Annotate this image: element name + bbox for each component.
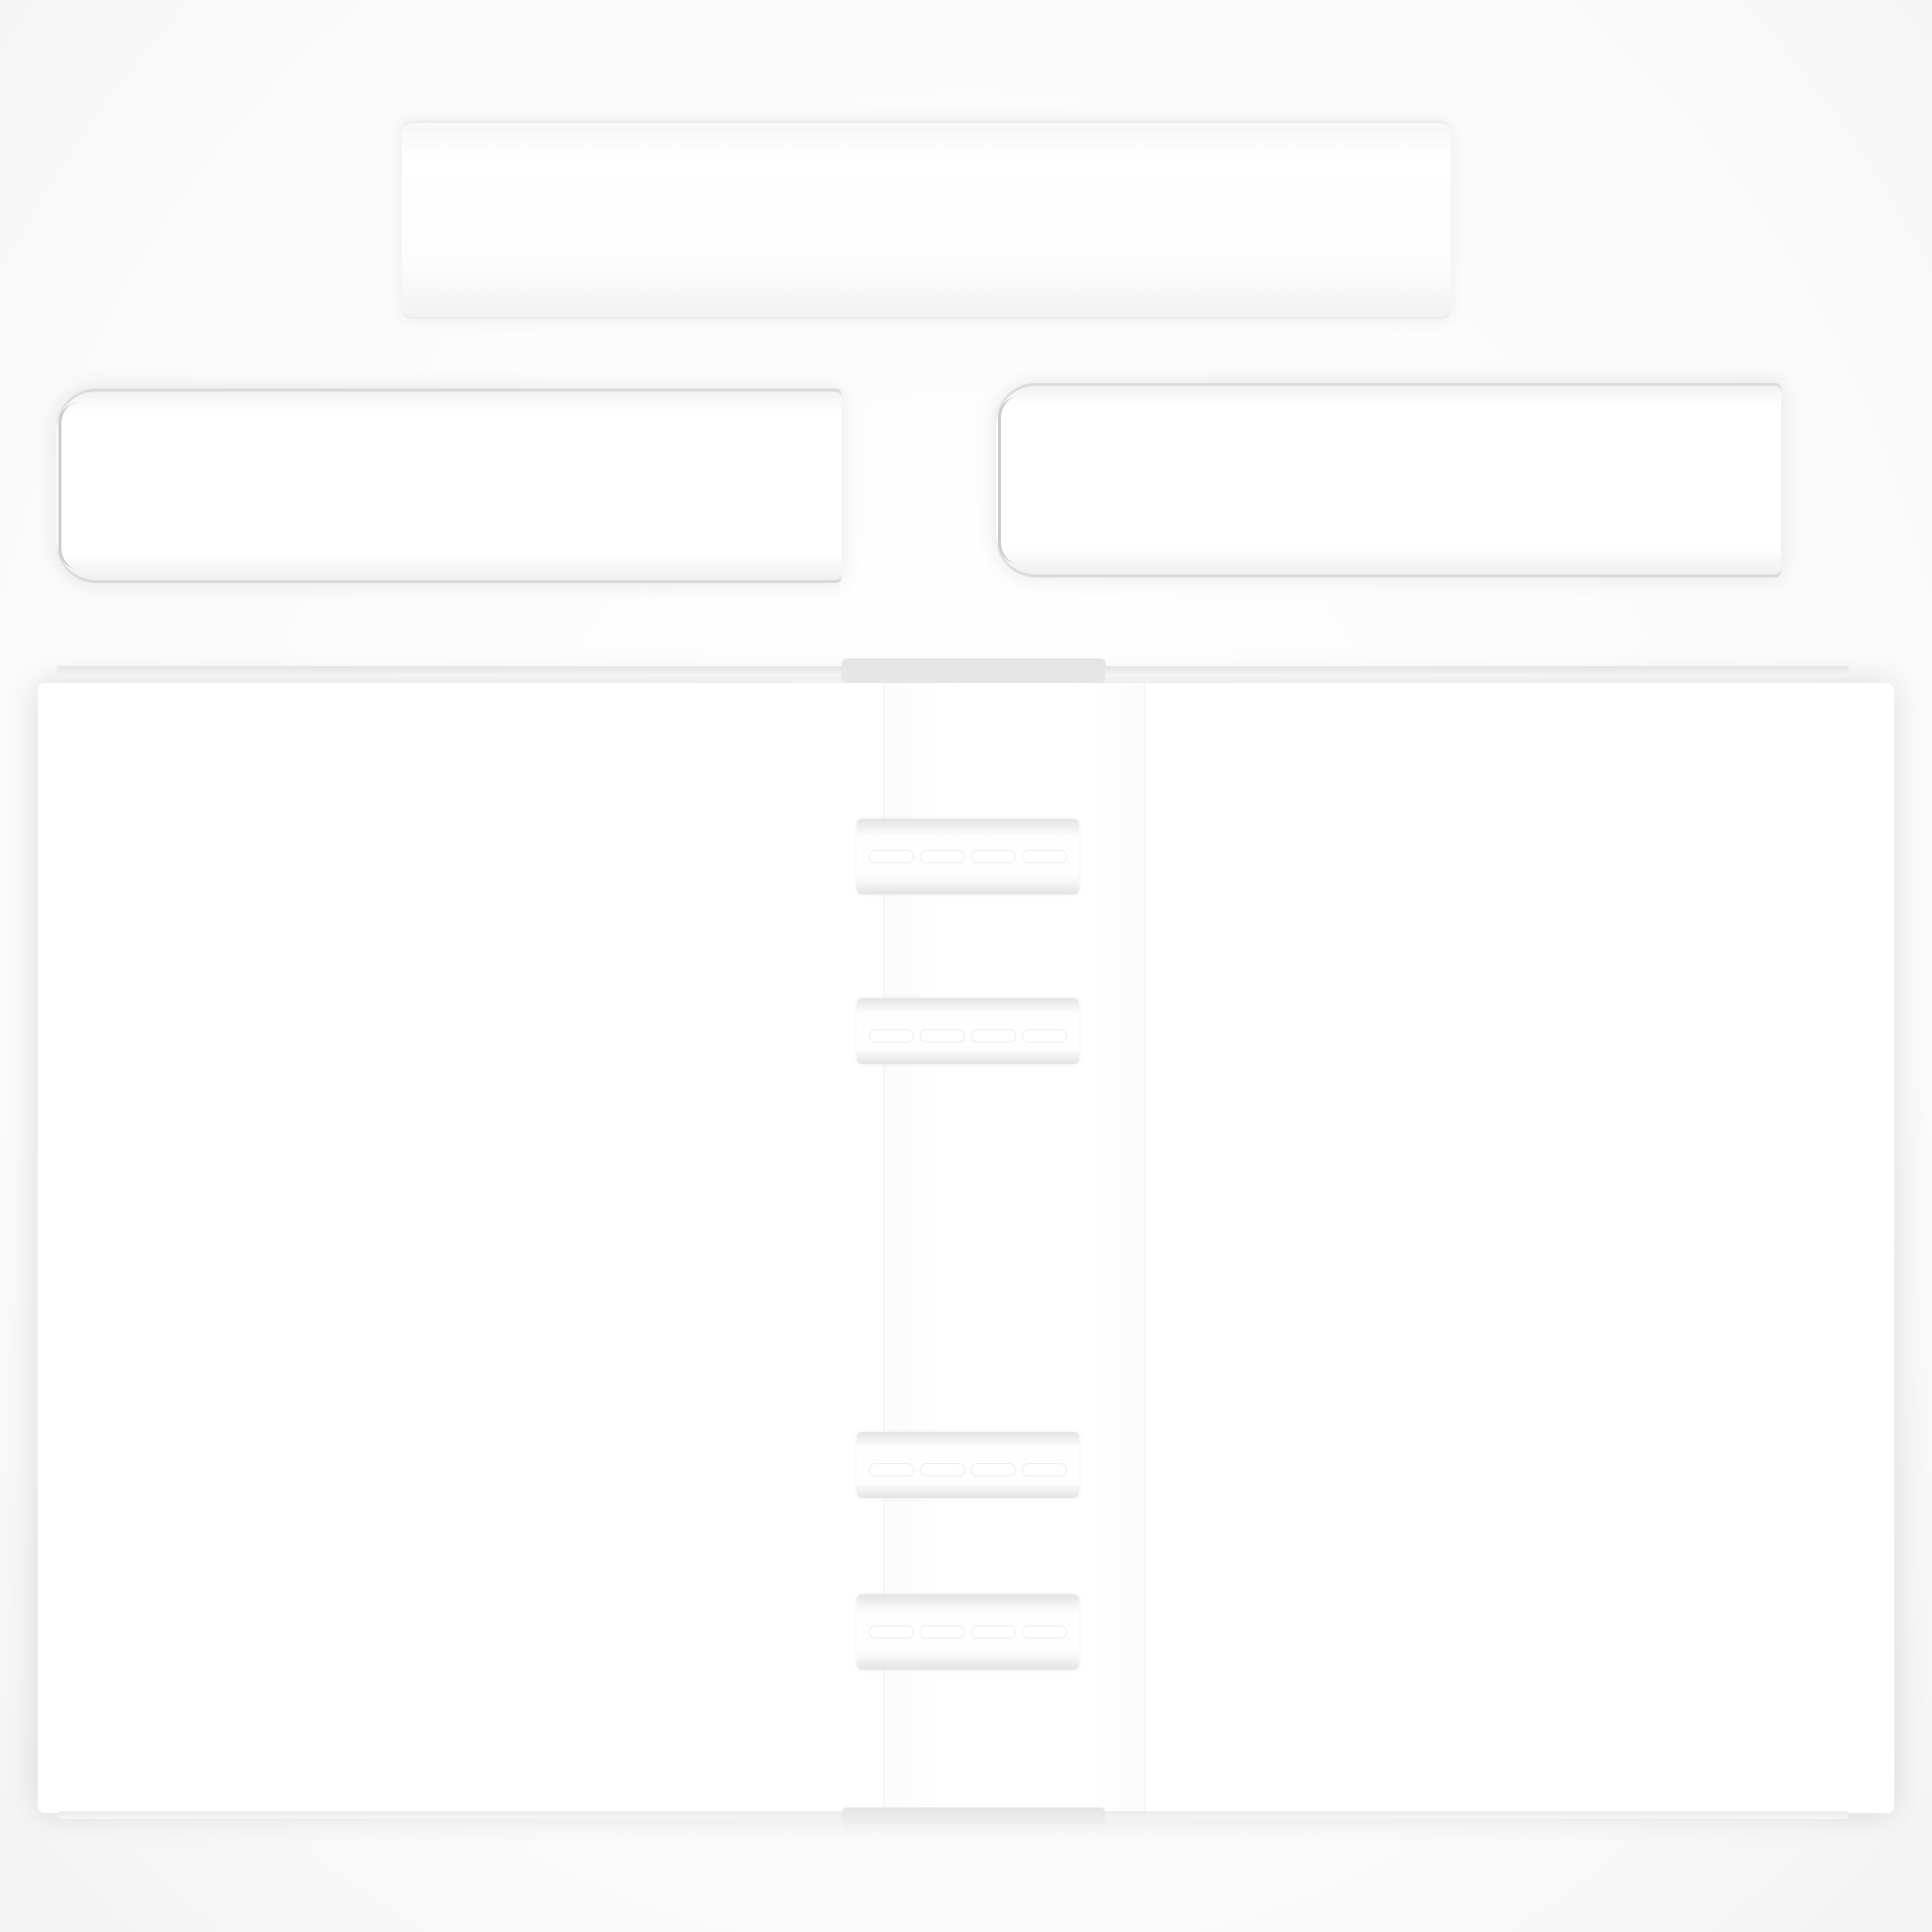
band-dots: [870, 1464, 1066, 1475]
top-banner-bar: [402, 121, 1451, 319]
band-dots: [870, 851, 1066, 862]
left-slot-curved-edge: [58, 402, 80, 570]
band-dots: [870, 1030, 1066, 1041]
spine-bottom-cap: [841, 1807, 1106, 1832]
left-slot-panel: [57, 389, 841, 583]
band-dots: [870, 1626, 1066, 1638]
right-slot-panel: [996, 383, 1781, 577]
spine-band: [857, 1594, 1079, 1670]
spine-band: [857, 1432, 1079, 1498]
right-slot-curved-edge: [998, 396, 1020, 564]
canvas: [0, 0, 1932, 1932]
spine-band: [857, 819, 1079, 894]
spine-band: [857, 998, 1079, 1064]
spine-top-cap: [841, 658, 1106, 683]
